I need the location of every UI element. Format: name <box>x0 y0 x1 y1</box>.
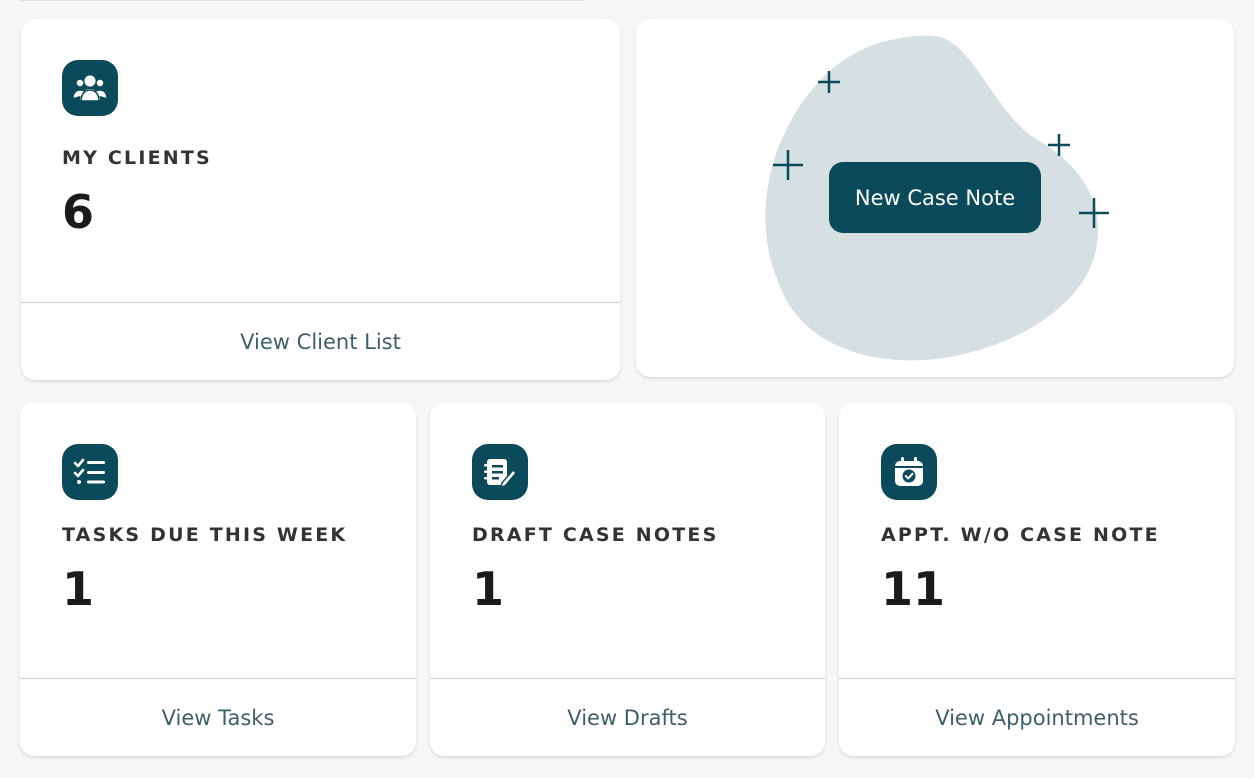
checklist-icon <box>62 444 118 500</box>
sparkle-icon <box>818 71 840 93</box>
view-tasks-link[interactable]: View Tasks <box>20 679 416 756</box>
tasks-count: 1 <box>62 562 95 616</box>
view-drafts-link[interactable]: View Drafts <box>430 679 825 756</box>
appointments-card: APPT. W/O CASE NOTE 11 View Appointments <box>839 402 1235 756</box>
view-appointments-link[interactable]: View Appointments <box>839 679 1235 756</box>
tasks-label: TASKS DUE THIS WEEK <box>62 524 348 546</box>
appointments-label: APPT. W/O CASE NOTE <box>881 524 1160 546</box>
sparkle-icon <box>1079 198 1109 228</box>
my-clients-card: MY CLIENTS 6 View Client List <box>21 19 620 380</box>
draft-case-notes-count: 1 <box>472 562 505 616</box>
draft-case-notes-label: DRAFT CASE NOTES <box>472 524 719 546</box>
draft-case-notes-card: DRAFT CASE NOTES 1 View Drafts <box>430 402 825 756</box>
calendar-check-icon <box>881 444 937 500</box>
new-case-note-card: New Case Note <box>636 19 1234 377</box>
sparkle-icon <box>1048 134 1070 156</box>
appointments-count: 11 <box>881 562 946 616</box>
notebook-edit-icon <box>472 444 528 500</box>
top-divider <box>20 0 585 1</box>
sparkle-icon <box>773 150 803 180</box>
new-case-note-button[interactable]: New Case Note <box>829 162 1041 233</box>
tasks-card: TASKS DUE THIS WEEK 1 View Tasks <box>20 402 416 756</box>
my-clients-count: 6 <box>62 185 95 239</box>
view-client-list-link[interactable]: View Client List <box>21 303 620 380</box>
my-clients-label: MY CLIENTS <box>62 147 212 169</box>
users-icon <box>62 60 118 116</box>
